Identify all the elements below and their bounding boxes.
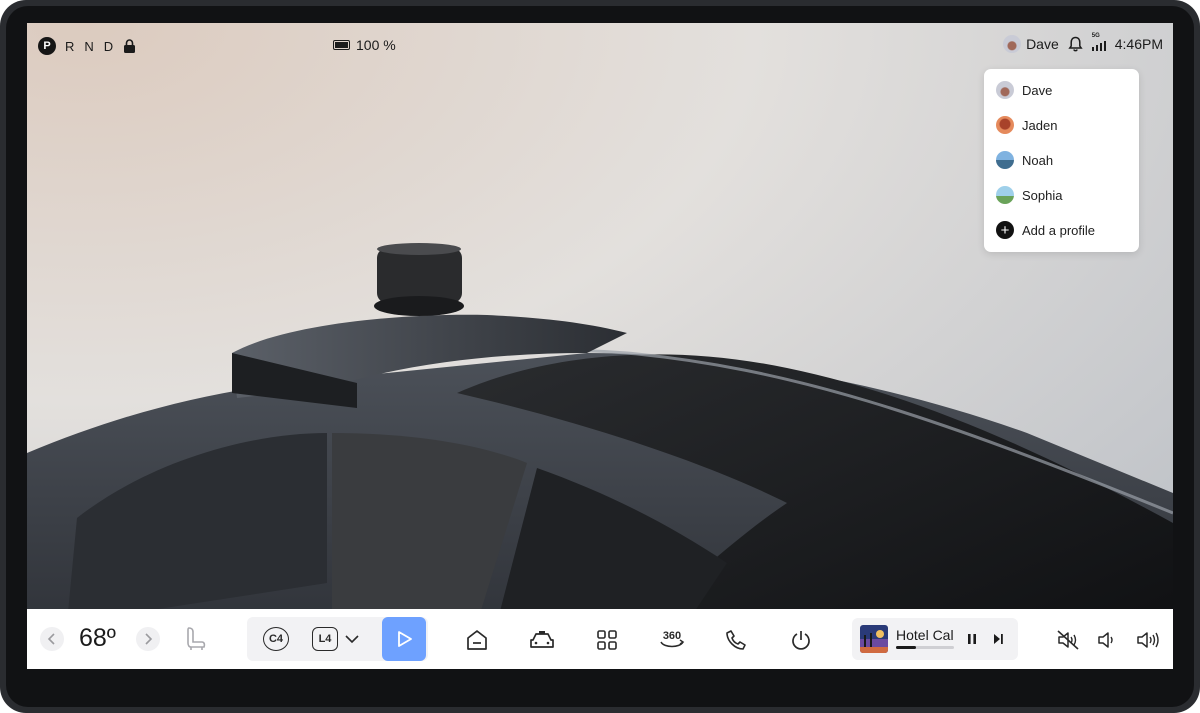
gear-r[interactable]: R <box>65 39 75 54</box>
status-bar: P R N D 100 % Dave 5G 4:46PM <box>27 23 1173 69</box>
volume-low-icon <box>1098 632 1113 648</box>
volume-high-icon <box>1137 632 1159 648</box>
power-icon <box>792 631 810 650</box>
current-user[interactable]: Dave <box>1003 35 1059 53</box>
user-name: Dave <box>1026 36 1059 52</box>
car-button[interactable] <box>527 627 557 653</box>
plus-icon: + <box>996 221 1014 239</box>
avatar-icon <box>996 81 1014 99</box>
pause-icon <box>968 634 976 644</box>
light-level-button[interactable]: L4 <box>312 627 338 651</box>
bottom-bar: 68º C4 L4 360 Hotel Cal <box>27 609 1173 669</box>
play-icon <box>398 631 412 647</box>
song-title[interactable]: Hotel California <box>896 627 954 643</box>
climate-zone-button[interactable]: C4 <box>263 627 289 651</box>
navigation-start-button[interactable] <box>382 617 426 661</box>
add-profile-button[interactable]: + Add a profile <box>996 219 1095 241</box>
volume-mute-icon <box>1057 630 1079 650</box>
battery-icon <box>333 40 350 50</box>
home-button[interactable] <box>464 627 490 653</box>
media-player: Hotel California <box>852 618 1018 660</box>
chevron-down-icon <box>345 635 359 644</box>
pause-button[interactable] <box>963 630 981 648</box>
battery-text: 100 % <box>356 37 396 53</box>
bell-icon[interactable] <box>1068 36 1083 52</box>
gear-n[interactable]: N <box>84 39 94 54</box>
gear-d[interactable]: D <box>104 39 114 54</box>
add-profile-label: Add a profile <box>1022 222 1095 238</box>
volume-down-button[interactable] <box>1095 627 1119 653</box>
profile-item-sophia[interactable]: Sophia <box>996 184 1062 206</box>
next-track-button[interactable] <box>989 630 1007 648</box>
profile-item-noah[interactable]: Noah <box>996 149 1053 171</box>
phone-button[interactable] <box>723 627 749 653</box>
chevron-left-icon <box>47 633 55 645</box>
mute-button[interactable] <box>1055 627 1081 653</box>
profile-item-dave[interactable]: Dave <box>996 79 1052 101</box>
clock: 4:46PM <box>1114 36 1163 52</box>
temperature-display: 68º <box>79 624 116 652</box>
gear-selector[interactable]: P R N D <box>38 37 136 55</box>
profile-name: Jaden <box>1022 117 1058 133</box>
seat-icon <box>187 627 206 650</box>
playback-progress-fill <box>896 646 917 649</box>
avatar-icon <box>1003 35 1022 53</box>
album-art[interactable] <box>860 625 888 653</box>
profile-item-jaden[interactable]: Jaden <box>996 114 1057 136</box>
camera-360-icon: 360 <box>660 630 685 648</box>
screen: P R N D 100 % Dave 5G 4:46PM Dave Jaden … <box>27 23 1173 669</box>
lock-icon[interactable] <box>123 39 136 53</box>
seat-button[interactable] <box>183 626 209 652</box>
avatar-icon <box>996 186 1014 204</box>
battery-indicator: 100 % <box>333 37 396 53</box>
avatar-icon <box>996 116 1014 134</box>
gear-p[interactable]: P <box>38 37 56 55</box>
car-icon <box>530 631 554 648</box>
apps-grid-icon <box>597 630 617 650</box>
expand-button[interactable] <box>343 630 361 648</box>
power-button[interactable] <box>788 627 814 653</box>
svg-text:360: 360 <box>663 630 681 642</box>
signal-icon: 5G <box>1091 33 1106 51</box>
camera-360-button[interactable]: 360 <box>657 625 687 653</box>
chevron-right-icon <box>145 633 153 645</box>
volume-up-button[interactable] <box>1134 627 1162 653</box>
profile-name: Sophia <box>1022 187 1063 203</box>
temp-decrease-button[interactable] <box>40 627 64 651</box>
status-right: Dave 5G 4:46PM <box>1003 33 1163 53</box>
signal-label: 5G <box>1091 33 1100 39</box>
home-icon <box>467 630 487 650</box>
temp-increase-button[interactable] <box>136 627 160 651</box>
apps-button[interactable] <box>594 627 620 653</box>
avatar-icon <box>996 151 1014 169</box>
profile-name: Dave <box>1022 82 1053 98</box>
album-art-image <box>860 625 888 653</box>
phone-icon <box>726 630 746 650</box>
skip-next-icon <box>994 634 1003 644</box>
playback-progress[interactable] <box>896 646 954 649</box>
profile-menu: Dave Jaden Noah Sophia + Add a profile <box>984 69 1139 252</box>
profile-name: Noah <box>1022 152 1054 168</box>
